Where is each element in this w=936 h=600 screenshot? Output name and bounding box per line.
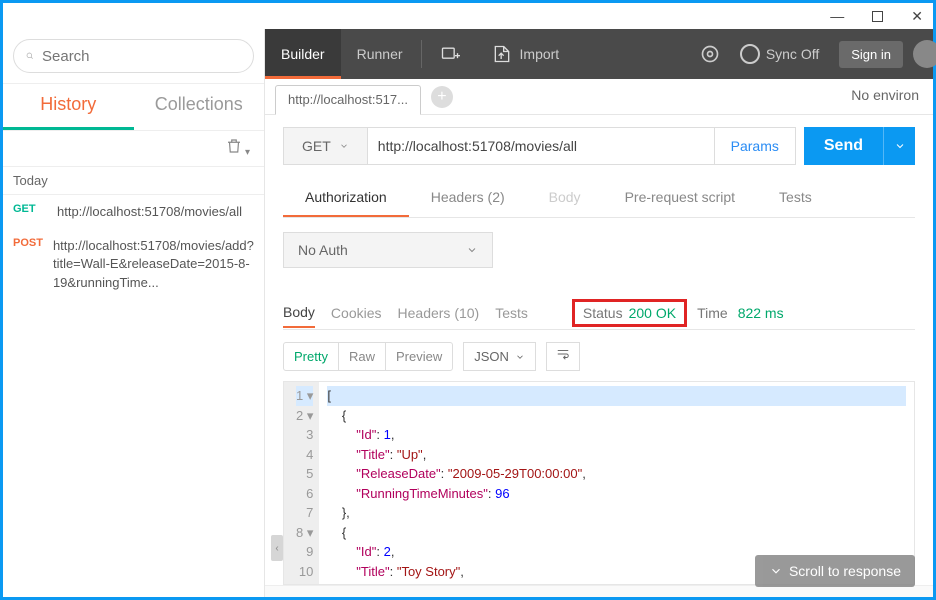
history-item[interactable]: GET http://localhost:51708/movies/all: [3, 195, 264, 229]
send-dropdown[interactable]: [883, 127, 915, 165]
chevron-down-icon: [769, 564, 783, 578]
subtab-tests[interactable]: Tests: [757, 179, 834, 217]
format-selector[interactable]: JSON: [463, 342, 536, 371]
sidebar-tabs: History Collections: [3, 83, 264, 131]
import-button[interactable]: Import: [476, 29, 576, 79]
http-method-selector[interactable]: GET: [283, 127, 367, 165]
maximize-button[interactable]: [872, 11, 883, 22]
response-tabs: Body Cookies Headers (10) Tests Status 2…: [283, 296, 915, 330]
user-avatar[interactable]: [913, 40, 936, 68]
minimize-button[interactable]: —: [830, 8, 844, 24]
tab-history[interactable]: History: [3, 84, 134, 130]
status-value: 200 OK: [629, 305, 676, 321]
chevron-down-icon: [466, 244, 478, 256]
runner-tab[interactable]: Runner: [341, 29, 419, 79]
history-url: http://localhost:51708/movies/add?title=…: [53, 237, 254, 292]
history-url: http://localhost:51708/movies/all: [57, 203, 242, 221]
history-method: GET: [13, 203, 47, 221]
auth-type-selector[interactable]: No Auth: [283, 232, 493, 268]
view-preview[interactable]: Preview: [385, 343, 452, 370]
request-tab[interactable]: http://localhost:517...: [275, 85, 421, 115]
import-icon: [492, 44, 512, 64]
search-input[interactable]: [42, 48, 241, 65]
sync-button[interactable]: Sync Off: [730, 44, 829, 64]
status-label: Status: [583, 305, 623, 321]
sync-icon: [740, 44, 760, 64]
sidebar: History Collections ▾ Today GET http://lo…: [3, 29, 265, 597]
linewrap-icon: [555, 347, 571, 361]
resp-tab-cookies[interactable]: Cookies: [331, 299, 382, 327]
status-box: Status 200 OK: [572, 299, 687, 327]
topbar: Builder Runner Import Sync Off Sign in: [265, 29, 933, 79]
history-method: POST: [13, 237, 43, 292]
request-subtabs: Authorization Headers (2) Body Pre-reque…: [283, 179, 915, 218]
chevron-down-icon: [515, 352, 525, 362]
new-window-button[interactable]: [424, 29, 476, 79]
chevron-down-icon: [339, 141, 349, 151]
resp-tab-tests[interactable]: Tests: [495, 299, 528, 327]
request-tabs: http://localhost:517... + No environ: [265, 79, 933, 115]
window-controls: — ✕: [3, 3, 933, 29]
resp-tab-headers[interactable]: Headers (10): [398, 299, 480, 327]
main-area: Builder Runner Import Sync Off Sign in h…: [265, 29, 933, 597]
subtab-body[interactable]: Body: [527, 179, 603, 217]
search-icon: [26, 48, 34, 64]
interceptor-button[interactable]: [690, 44, 730, 64]
builder-tab[interactable]: Builder: [265, 29, 341, 79]
view-mode-group: Pretty Raw Preview: [283, 342, 453, 371]
scroll-to-response-button[interactable]: Scroll to response: [755, 555, 915, 587]
collapse-sidebar-button[interactable]: ‹: [271, 535, 283, 561]
send-button[interactable]: Send: [804, 127, 883, 165]
window-add-icon: [440, 44, 460, 64]
search-box[interactable]: [13, 39, 254, 73]
trash-icon: [225, 137, 243, 155]
clear-history-button[interactable]: ▾: [225, 137, 250, 160]
environment-selector[interactable]: No environ: [851, 87, 919, 103]
url-input[interactable]: [367, 127, 715, 165]
subtab-prerequest[interactable]: Pre-request script: [603, 179, 757, 217]
close-button[interactable]: ✕: [911, 8, 923, 25]
history-group-today: Today: [3, 166, 264, 195]
resp-tab-body[interactable]: Body: [283, 298, 315, 328]
time-label: Time: [697, 305, 728, 321]
signin-button[interactable]: Sign in: [839, 41, 903, 68]
history-item[interactable]: POST http://localhost:51708/movies/add?ti…: [3, 229, 264, 300]
time-value: 822 ms: [738, 305, 784, 321]
add-tab-button[interactable]: +: [431, 86, 453, 108]
subtab-authorization[interactable]: Authorization: [283, 179, 409, 217]
subtab-headers[interactable]: Headers (2): [409, 179, 527, 217]
linewrap-button[interactable]: [546, 342, 580, 371]
view-raw[interactable]: Raw: [338, 343, 385, 370]
chevron-down-icon: [894, 140, 906, 152]
satellite-icon: [700, 44, 720, 64]
view-pretty[interactable]: Pretty: [284, 343, 338, 370]
tab-collections[interactable]: Collections: [134, 84, 265, 130]
params-button[interactable]: Params: [715, 127, 796, 165]
